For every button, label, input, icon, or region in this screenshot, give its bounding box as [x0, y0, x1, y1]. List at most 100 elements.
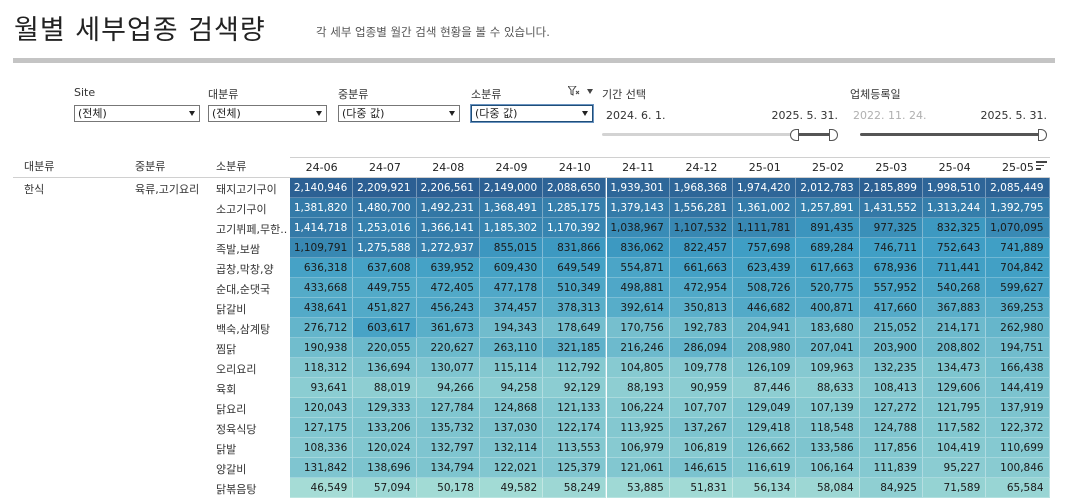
- table-cell[interactable]: 831,866: [543, 238, 607, 258]
- table-cell[interactable]: 183,680: [796, 318, 860, 338]
- table-cell[interactable]: 124,868: [479, 398, 544, 418]
- table-cell[interactable]: 1,275,588: [353, 238, 417, 258]
- table-cell[interactable]: 1,361,002: [733, 198, 797, 218]
- table-cell[interactable]: 661,663: [669, 258, 734, 278]
- table-cell[interactable]: 554,871: [606, 258, 670, 278]
- table-cell[interactable]: 120,043: [290, 398, 354, 418]
- table-cell[interactable]: 1,939,301: [606, 178, 670, 198]
- table-cell[interactable]: 2,085,449: [986, 178, 1050, 198]
- table-cell[interactable]: 1,272,937: [416, 238, 480, 258]
- table-cell[interactable]: 438,641: [290, 298, 354, 318]
- table-cell[interactable]: 2,209,921: [353, 178, 417, 198]
- table-cell[interactable]: 126,662: [733, 438, 797, 458]
- table-cell[interactable]: 57,094: [353, 478, 417, 498]
- table-cell[interactable]: 711,441: [923, 258, 987, 278]
- table-cell[interactable]: 124,788: [859, 418, 923, 438]
- table-cell[interactable]: 392,614: [606, 298, 670, 318]
- site-select[interactable]: (전체): [74, 105, 200, 122]
- table-cell[interactable]: 136,694: [353, 358, 417, 378]
- table-cell[interactable]: 1,974,420: [733, 178, 797, 198]
- table-cell[interactable]: 93,641: [290, 378, 354, 398]
- table-cell[interactable]: 58,084: [796, 478, 860, 498]
- table-cell[interactable]: 1,968,368: [669, 178, 734, 198]
- table-cell[interactable]: 757,698: [733, 238, 797, 258]
- table-cell[interactable]: 127,272: [859, 398, 923, 418]
- table-cell[interactable]: 88,019: [353, 378, 417, 398]
- table-cell[interactable]: 132,797: [416, 438, 480, 458]
- table-cell[interactable]: 433,668: [290, 278, 354, 298]
- table-cell[interactable]: 636,318: [290, 258, 354, 278]
- table-cell[interactable]: 122,174: [543, 418, 607, 438]
- table-cell[interactable]: 1,313,244: [923, 198, 987, 218]
- table-cell[interactable]: 203,900: [859, 338, 923, 358]
- table-cell[interactable]: 321,185: [543, 338, 607, 358]
- table-cell[interactable]: 208,980: [733, 338, 797, 358]
- table-cell[interactable]: 262,980: [986, 318, 1050, 338]
- table-cell[interactable]: 110,699: [986, 438, 1050, 458]
- table-cell[interactable]: 108,336: [290, 438, 354, 458]
- table-cell[interactable]: 46,549: [290, 478, 354, 498]
- table-cell[interactable]: 2,185,899: [859, 178, 923, 198]
- table-cell[interactable]: 166,438: [986, 358, 1050, 378]
- table-cell[interactable]: 170,756: [606, 318, 670, 338]
- table-cell[interactable]: 456,243: [416, 298, 480, 318]
- table-cell[interactable]: 133,206: [353, 418, 417, 438]
- table-cell[interactable]: 472,954: [669, 278, 734, 298]
- period-slider[interactable]: [602, 127, 838, 143]
- table-cell[interactable]: 417,660: [859, 298, 923, 318]
- table-cell[interactable]: 106,979: [606, 438, 670, 458]
- table-cell[interactable]: 115,114: [479, 358, 544, 378]
- period-slider-end-handle[interactable]: [829, 129, 838, 141]
- table-cell[interactable]: 540,268: [923, 278, 987, 298]
- table-cell[interactable]: 92,129: [543, 378, 607, 398]
- table-cell[interactable]: 94,258: [479, 378, 544, 398]
- table-cell[interactable]: 639,952: [416, 258, 480, 278]
- table-cell[interactable]: 400,871: [796, 298, 860, 318]
- table-cell[interactable]: 520,775: [796, 278, 860, 298]
- table-cell[interactable]: 378,313: [543, 298, 607, 318]
- table-cell[interactable]: 108,413: [859, 378, 923, 398]
- table-cell[interactable]: 122,021: [479, 458, 544, 478]
- table-cell[interactable]: 87,446: [733, 378, 797, 398]
- table-cell[interactable]: 129,333: [353, 398, 417, 418]
- table-cell[interactable]: 146,615: [669, 458, 734, 478]
- table-cell[interactable]: 121,133: [543, 398, 607, 418]
- table-cell[interactable]: 144,419: [986, 378, 1050, 398]
- table-cell[interactable]: 1,381,820: [290, 198, 354, 218]
- table-cell[interactable]: 446,682: [733, 298, 797, 318]
- table-cell[interactable]: 1,185,302: [479, 218, 544, 238]
- minor-select[interactable]: (다중 값): [471, 105, 593, 122]
- table-cell[interactable]: 276,712: [290, 318, 354, 338]
- table-cell[interactable]: 117,856: [859, 438, 923, 458]
- table-cell[interactable]: 95,227: [923, 458, 987, 478]
- table-cell[interactable]: 138,696: [353, 458, 417, 478]
- registration-slider-end-handle[interactable]: [1038, 129, 1047, 141]
- table-cell[interactable]: 194,751: [986, 338, 1050, 358]
- table-cell[interactable]: 132,114: [479, 438, 544, 458]
- table-cell[interactable]: 137,919: [986, 398, 1050, 418]
- table-cell[interactable]: 1,111,781: [733, 218, 797, 238]
- table-cell[interactable]: 2,206,561: [416, 178, 480, 198]
- table-cell[interactable]: 1,998,510: [923, 178, 987, 198]
- table-cell[interactable]: 609,430: [479, 258, 544, 278]
- table-cell[interactable]: 1,107,532: [669, 218, 734, 238]
- table-cell[interactable]: 1,414,718: [290, 218, 354, 238]
- table-cell[interactable]: 286,094: [669, 338, 734, 358]
- table-cell[interactable]: 557,952: [859, 278, 923, 298]
- table-cell[interactable]: 498,881: [606, 278, 670, 298]
- table-cell[interactable]: 367,883: [923, 298, 987, 318]
- table-cell[interactable]: 2,149,000: [479, 178, 544, 198]
- table-cell[interactable]: 134,473: [923, 358, 987, 378]
- table-cell[interactable]: 127,784: [416, 398, 480, 418]
- table-cell[interactable]: 623,439: [733, 258, 797, 278]
- table-cell[interactable]: 65,584: [986, 478, 1050, 498]
- table-cell[interactable]: 1,038,967: [606, 218, 670, 238]
- table-cell[interactable]: 836,062: [606, 238, 670, 258]
- table-cell[interactable]: 689,284: [796, 238, 860, 258]
- table-cell[interactable]: 752,643: [923, 238, 987, 258]
- table-cell[interactable]: 678,936: [859, 258, 923, 278]
- table-cell[interactable]: 178,649: [543, 318, 607, 338]
- table-cell[interactable]: 135,732: [416, 418, 480, 438]
- table-cell[interactable]: 350,813: [669, 298, 734, 318]
- table-cell[interactable]: 1,109,791: [290, 238, 354, 258]
